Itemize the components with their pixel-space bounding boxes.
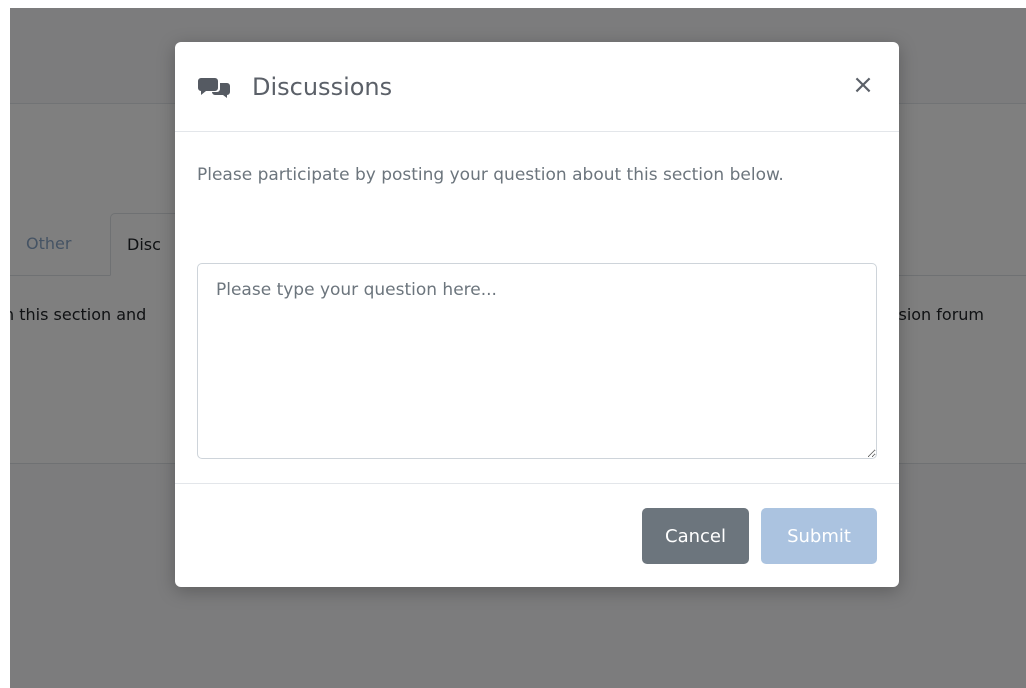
discussions-modal: Discussions × Please participate by post… — [175, 42, 899, 587]
viewport-edge-top — [0, 0, 1026, 8]
question-input[interactable] — [197, 263, 877, 459]
participation-prompt: Please participate by posting your quest… — [197, 165, 784, 185]
cancel-button[interactable]: Cancel — [642, 508, 749, 564]
close-button[interactable]: × — [849, 70, 877, 100]
modal-body: Please participate by posting your quest… — [175, 132, 899, 482]
modal-footer: Cancel Submit — [175, 483, 899, 587]
comments-icon — [198, 78, 230, 98]
submit-button[interactable]: Submit — [761, 508, 877, 564]
viewport-edge — [0, 0, 10, 688]
modal-header: Discussions × — [175, 42, 899, 132]
modal-title: Discussions — [252, 73, 393, 101]
